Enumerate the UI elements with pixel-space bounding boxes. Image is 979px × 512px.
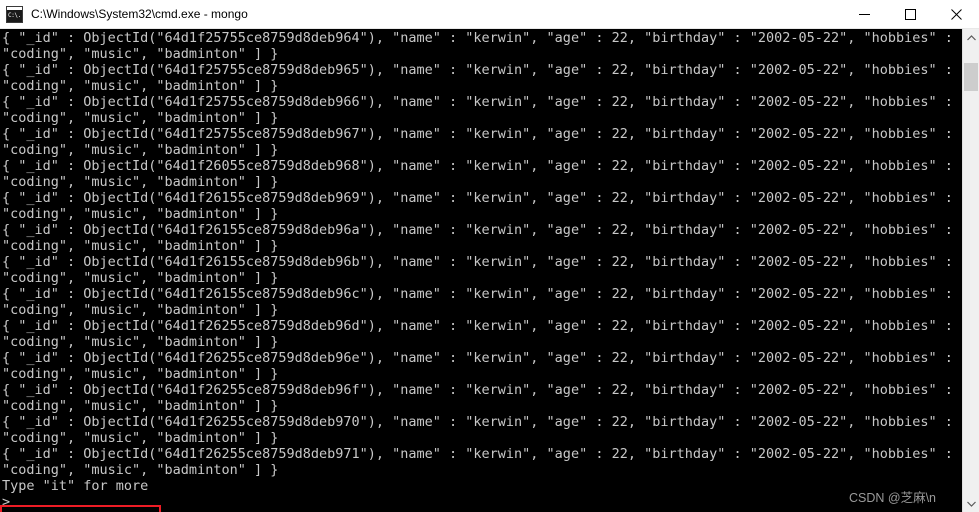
console-line: { "_id" : ObjectId("64d1f26155ce8759d8de… [2,222,962,238]
cmd-window: C:\Windows\System32\cmd.exe - mongo [0,0,979,512]
console-line: "coding", "music", "badminton" ] } [2,46,279,62]
console-line: { "_id" : ObjectId("64d1f26255ce8759d8de… [2,318,962,334]
console-line: { "_id" : ObjectId("64d1f25755ce8759d8de… [2,94,962,110]
console-line: "coding", "music", "badminton" ] } [2,238,279,254]
minimize-button[interactable] [841,0,887,28]
console-line: "coding", "music", "badminton" ] } [2,110,279,126]
console-line: { "_id" : ObjectId("64d1f25755ce8759d8de… [2,126,962,142]
console-line: { "_id" : ObjectId("64d1f25755ce8759d8de… [2,30,962,46]
console-area: { "_id" : ObjectId("64d1f25755ce8759d8de… [0,29,979,512]
cmd-console-icon [6,5,23,23]
console-line: "coding", "music", "badminton" ] } [2,78,279,94]
console-line: "coding", "music", "badminton" ] } [2,334,279,350]
console-line: "coding", "music", "badminton" ] } [2,174,279,190]
console-line: "coding", "music", "badminton" ] } [2,270,279,286]
scrollbar-thumb[interactable] [964,63,978,91]
scroll-up-arrow-icon[interactable] [963,29,979,46]
console-line: "coding", "music", "badminton" ] } [2,206,279,222]
window-title: C:\Windows\System32\cmd.exe - mongo [31,7,248,21]
console-line: { "_id" : ObjectId("64d1f26255ce8759d8de… [2,446,962,462]
console-scrollbar[interactable] [962,29,979,512]
console-line: { "_id" : ObjectId("64d1f26155ce8759d8de… [2,286,962,302]
console-line: "coding", "music", "badminton" ] } [2,302,279,318]
more-message: Type "it" for more [2,478,149,494]
console-line: { "_id" : ObjectId("64d1f26255ce8759d8de… [2,382,962,398]
console-output[interactable]: { "_id" : ObjectId("64d1f25755ce8759d8de… [0,29,962,512]
console-line: "coding", "music", "badminton" ] } [2,366,279,382]
console-line: { "_id" : ObjectId("64d1f26055ce8759d8de… [2,158,962,174]
console-line: "coding", "music", "badminton" ] } [2,430,279,446]
close-button[interactable] [933,0,979,28]
shell-prompt[interactable]: > [2,494,962,510]
console-line: { "_id" : ObjectId("64d1f26255ce8759d8de… [2,414,962,430]
console-line: "coding", "music", "badminton" ] } [2,462,279,478]
scroll-down-arrow-icon[interactable] [963,495,979,512]
scrollbar-track[interactable] [963,46,979,495]
console-line: "coding", "music", "badminton" ] } [2,142,279,158]
console-line: { "_id" : ObjectId("64d1f26155ce8759d8de… [2,254,962,270]
console-line: "coding", "music", "badminton" ] } [2,398,279,414]
window-titlebar[interactable]: C:\Windows\System32\cmd.exe - mongo [0,0,979,29]
window-controls [841,0,979,28]
console-line: { "_id" : ObjectId("64d1f26155ce8759d8de… [2,190,962,206]
maximize-button[interactable] [887,0,933,28]
console-line: { "_id" : ObjectId("64d1f25755ce8759d8de… [2,62,962,78]
console-line: { "_id" : ObjectId("64d1f26255ce8759d8de… [2,350,962,366]
